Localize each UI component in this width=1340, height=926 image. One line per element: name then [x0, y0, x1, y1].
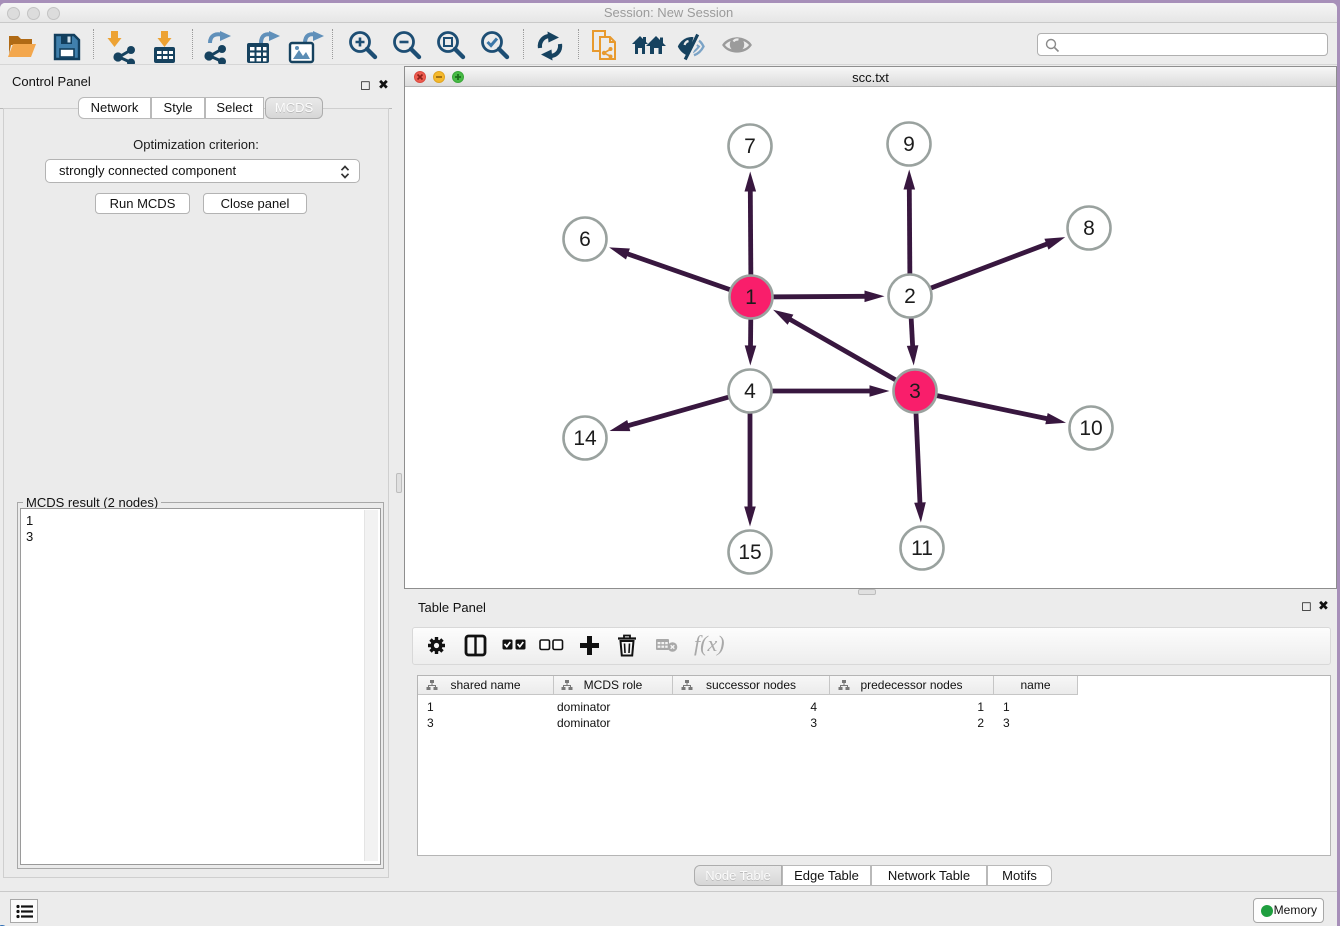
svg-text:10: 10 [1079, 417, 1102, 440]
svg-text:1: 1 [745, 286, 757, 309]
svg-text:2: 2 [904, 285, 916, 308]
svg-text:8: 8 [1083, 217, 1095, 240]
svg-text:7: 7 [744, 135, 756, 158]
svg-text:11: 11 [911, 537, 933, 560]
svg-text:3: 3 [909, 380, 921, 403]
svg-text:15: 15 [738, 541, 761, 564]
svg-text:4: 4 [744, 380, 756, 403]
svg-text:6: 6 [579, 228, 591, 251]
svg-text:14: 14 [573, 427, 597, 450]
svg-text:9: 9 [903, 133, 915, 156]
